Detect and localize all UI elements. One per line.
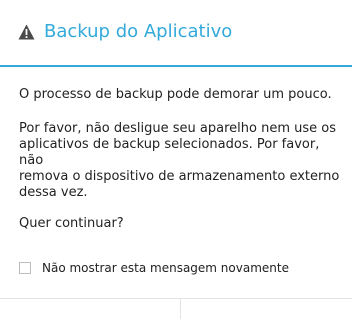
- message-warning-line: Por favor, não desligue seu aparelho nem…: [19, 121, 336, 136]
- dialog-button-bar: [0, 298, 352, 319]
- title-divider: [0, 65, 352, 67]
- message-warning: Por favor, não desligue seu aparelho nem…: [19, 121, 341, 201]
- message-duration: O processo de backup pode demorar um pou…: [19, 87, 332, 102]
- ok-button[interactable]: [181, 299, 352, 319]
- dont-show-again-row[interactable]: Não mostrar esta mensagem novamente: [19, 258, 289, 278]
- message-warning-line: aplicativos de backup selecionados. Por …: [19, 137, 320, 168]
- warning-icon: [18, 24, 35, 40]
- message-warning-line: remova o dispositivo de armazenamento ex…: [19, 169, 340, 184]
- dont-show-again-checkbox[interactable]: [19, 262, 31, 274]
- backup-dialog: Backup do Aplicativo O processo de backu…: [0, 0, 352, 319]
- dialog-title-bar: Backup do Aplicativo: [0, 0, 352, 66]
- dialog-title: Backup do Aplicativo: [44, 21, 233, 42]
- dont-show-again-label[interactable]: Não mostrar esta mensagem novamente: [42, 260, 289, 276]
- message-warning-line: dessa vez.: [19, 185, 88, 200]
- cancel-button[interactable]: [0, 299, 180, 319]
- confirm-question: Quer continuar?: [19, 216, 124, 231]
